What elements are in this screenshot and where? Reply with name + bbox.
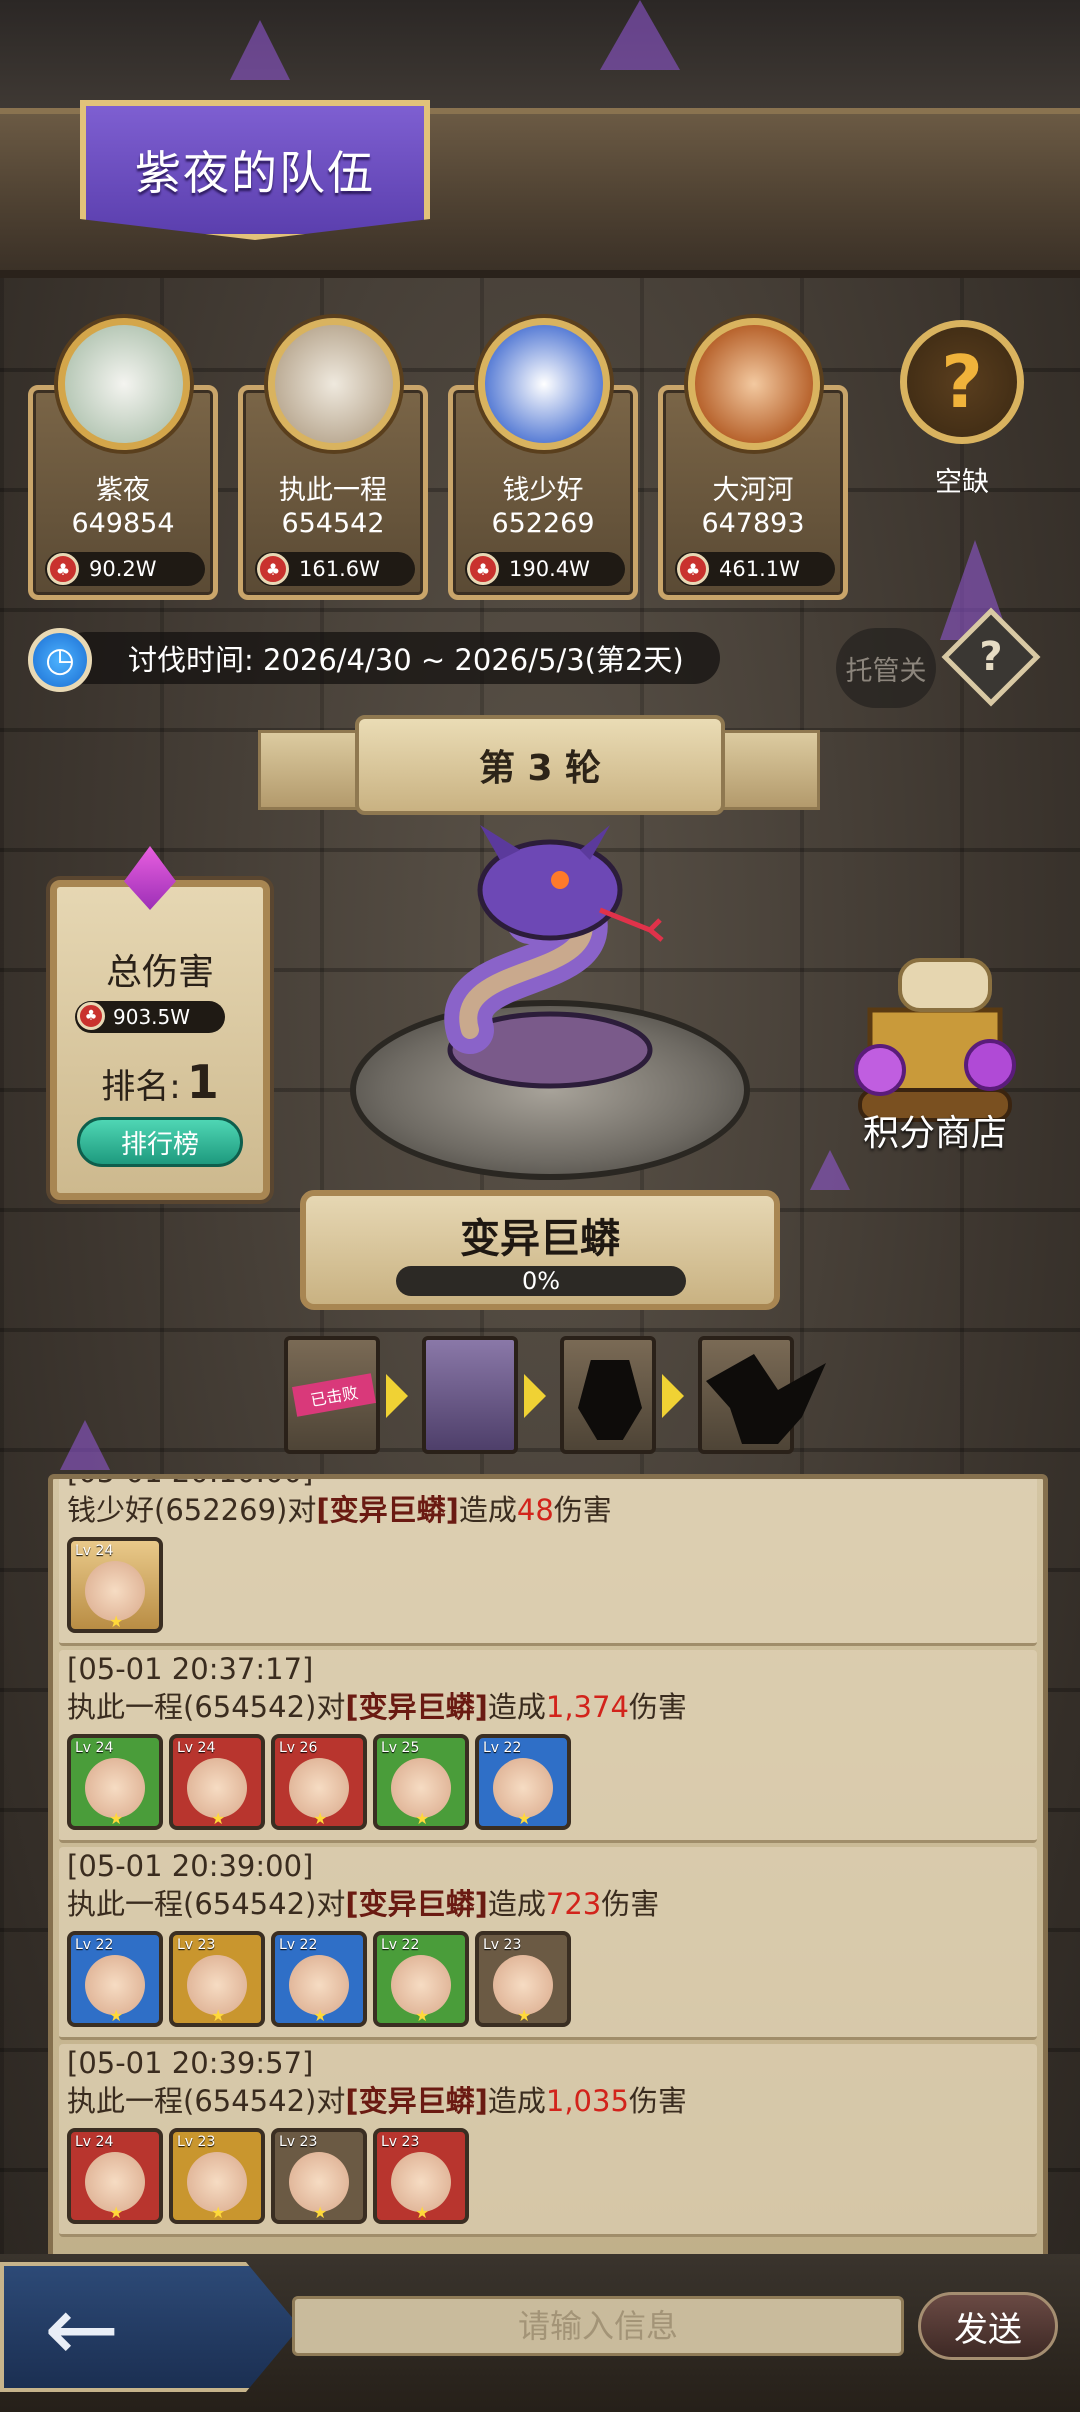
hero-portrait[interactable]: Lv 26 ★ [271, 1734, 367, 1830]
member-score: 647893 [701, 508, 805, 539]
arrow-left-icon[interactable]: ← [44, 2285, 119, 2375]
chevron-right-icon [386, 1374, 408, 1418]
member-name: 执此一程 [279, 475, 387, 506]
damage-icon: ♣ [47, 553, 79, 585]
chat-input[interactable] [292, 2296, 904, 2356]
hero-portrait[interactable]: Lv 23 ★ [475, 1931, 571, 2027]
log-text: 执此一程(654542)对[变异巨蟒]造成723伤害 [67, 1887, 660, 1921]
avatar-member-2[interactable] [268, 318, 400, 450]
wolf-silhouette-icon [578, 1360, 642, 1440]
rank-display: 排名: 1 [57, 1055, 263, 1109]
log-text: 执此一程(654542)对[变异巨蟒]造成1,035伤害 [67, 2084, 687, 2118]
member-damage: ♣ 190.4W [465, 552, 625, 586]
clock-icon: ◷ [28, 628, 92, 692]
member-score: 652269 [491, 508, 595, 539]
boss-serpent-icon[interactable] [410, 820, 690, 1100]
boss-nameplate: 变异巨蟒 0% [300, 1190, 780, 1310]
hero-row: Lv 24 ★ Lv 23 ★ Lv 23 ★ Lv 23 ★ [59, 2120, 1037, 2234]
total-damage-title: 总伤害 [105, 952, 214, 993]
hero-row: Lv 22 ★ Lv 23 ★ Lv 22 ★ Lv 22 ★ Lv 23 ★ [59, 1923, 1037, 2037]
member-name: 大河河 [712, 475, 794, 506]
raid-time-text: 讨伐时间: 2026/4/30 ~ 2026/5/3(第2天) [128, 643, 684, 677]
empty-slot-label: 空缺 [935, 467, 989, 498]
auto-battle-button[interactable]: 托管关 [836, 628, 936, 708]
ceiling-shadow [0, 0, 1080, 110]
damage-icon: ♣ [467, 553, 499, 585]
avatar-member-3[interactable] [478, 318, 610, 450]
question-icon: ? [979, 634, 1003, 680]
hero-portrait[interactable]: Lv 22 ★ [67, 1931, 163, 2027]
hero-row: Lv 24 ★ [59, 1529, 1037, 1643]
chevron-right-icon [662, 1374, 684, 1418]
boss-progress-bar: 0% [396, 1266, 686, 1296]
rank-value: 1 [186, 1055, 219, 1109]
stage-2-current[interactable] [422, 1336, 518, 1454]
hero-portrait[interactable]: Lv 22 ★ [475, 1734, 571, 1830]
log-timestamp: [05-01 20:39:57] [67, 2046, 314, 2080]
send-button[interactable]: 发送 [918, 2292, 1058, 2360]
stage-4-locked[interactable] [698, 1336, 826, 1454]
member-damage: ♣ 90.2W [45, 552, 205, 586]
avatar-member-1[interactable] [58, 318, 190, 450]
damage-icon: ♣ [257, 553, 289, 585]
log-timestamp: [05-01 20:10:00] [59, 1479, 1037, 1491]
damage-icon: ♣ [677, 553, 709, 585]
member-score: 654542 [281, 508, 385, 539]
points-shop-label[interactable]: 积分商店 [840, 1104, 1030, 1156]
rank-label: 排名: [101, 1067, 181, 1107]
log-entry: [05-01 20:37:17] 执此一程(654542)对[变异巨蟒]造成1,… [59, 1650, 1037, 1843]
hero-portrait[interactable]: Lv 24 ★ [67, 1537, 163, 1633]
boss-progress-text: 0% [521, 1267, 561, 1295]
total-damage-panel: 总伤害 ♣ 903.5W 排名: 1 排行榜 [50, 880, 270, 1200]
log-timestamp: [05-01 20:37:17] [67, 1652, 314, 1686]
hero-portrait[interactable]: Lv 23 ★ [169, 2128, 265, 2224]
log-entry: [05-01 20:39:57] 执此一程(654542)对[变异巨蟒]造成1,… [59, 2044, 1037, 2237]
member-name: 钱少好 [502, 475, 584, 506]
member-name: 紫夜 [96, 475, 150, 506]
hero-portrait[interactable]: Lv 22 ★ [271, 1931, 367, 2027]
log-timestamp: [05-01 20:39:00] [67, 1849, 314, 1883]
team-title-banner: 紫夜的队伍 [80, 100, 430, 240]
hero-row: Lv 24 ★ Lv 24 ★ Lv 26 ★ Lv 25 ★ Lv 22 ★ [59, 1726, 1037, 1840]
damage-icon: ♣ [77, 1002, 105, 1030]
avatar-member-4[interactable] [688, 318, 820, 450]
log-text: 执此一程(654542)对[变异巨蟒]造成1,374伤害 [67, 1690, 687, 1724]
log-entry: [05-01 20:10:00] 钱少好(652269)对[变异巨蟒]造成48伤… [59, 1479, 1037, 1646]
boss-name: 变异巨蟒 [460, 1216, 620, 1262]
hero-portrait[interactable]: Lv 25 ★ [373, 1734, 469, 1830]
empty-slot-question-icon[interactable]: ? [900, 320, 1024, 444]
hero-portrait[interactable]: Lv 23 ★ [169, 1931, 265, 2027]
member-damage: ♣ 161.6W [255, 552, 415, 586]
log-text: 钱少好(652269)对[变异巨蟒]造成48伤害 [67, 1493, 612, 1527]
member-damage: ♣ 461.1W [675, 552, 835, 586]
hero-portrait[interactable]: Lv 24 ★ [67, 1734, 163, 1830]
stage-1-defeated[interactable]: 已击败 [284, 1336, 380, 1454]
raid-time-bar: 讨伐时间: 2026/4/30 ~ 2026/5/3(第2天) [60, 632, 720, 684]
hero-portrait[interactable]: Lv 23 ★ [271, 2128, 367, 2224]
chevron-right-icon [524, 1374, 546, 1418]
hero-portrait[interactable]: Lv 23 ★ [373, 2128, 469, 2224]
round-banner: 第 3 轮 [355, 715, 725, 815]
team-title: 紫夜的队伍 [135, 146, 375, 200]
total-damage-value: ♣ 903.5W [75, 1001, 225, 1033]
member-score: 649854 [71, 508, 175, 539]
ranking-button[interactable]: 排行榜 [77, 1117, 243, 1167]
stage-3-locked[interactable] [560, 1336, 656, 1454]
hero-portrait[interactable]: Lv 24 ★ [169, 1734, 265, 1830]
defeated-badge: 已击败 [292, 1373, 376, 1417]
hero-portrait[interactable]: Lv 24 ★ [67, 2128, 163, 2224]
log-entry: [05-01 20:39:00] 执此一程(654542)对[变异巨蟒]造成72… [59, 1847, 1037, 2040]
hero-portrait[interactable]: Lv 22 ★ [373, 1931, 469, 2027]
battle-log-panel[interactable]: [05-01 20:10:00] 钱少好(652269)对[变异巨蟒]造成48伤… [48, 1474, 1048, 2274]
